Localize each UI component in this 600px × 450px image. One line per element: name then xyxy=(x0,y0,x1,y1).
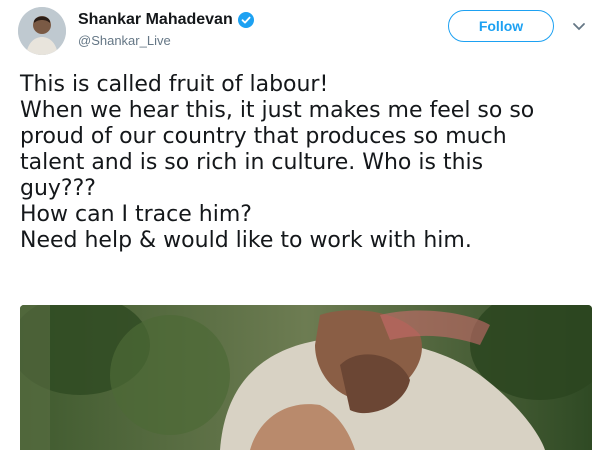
tweet-text-line: Need help & would like to work with him. xyxy=(20,228,472,253)
follow-button[interactable]: Follow xyxy=(448,10,554,42)
author-info[interactable]: Shankar Mahadevan @Shankar_Live xyxy=(78,10,254,48)
tweet-text-line: guy??? xyxy=(20,176,96,201)
display-name[interactable]: Shankar Mahadevan xyxy=(78,11,233,29)
tweet-text-line: This is called fruit of labour! xyxy=(20,72,329,97)
video-frame-image xyxy=(20,305,592,450)
tweet-text-line: proud of our country that produces so mu… xyxy=(20,124,507,149)
tweet-video-thumbnail[interactable] xyxy=(20,305,592,450)
tweet-text: This is called fruit of labour! When we … xyxy=(20,72,595,254)
verified-badge-icon xyxy=(237,12,254,28)
user-handle[interactable]: @Shankar_Live xyxy=(78,33,254,48)
chevron-down-icon[interactable] xyxy=(572,22,586,32)
tweet-header: Shankar Mahadevan @Shankar_Live Follow xyxy=(0,0,600,62)
avatar[interactable] xyxy=(18,7,66,55)
tweet-text-line: When we hear this, it just makes me feel… xyxy=(20,98,535,123)
tweet-text-line: talent and is so rich in culture. Who is… xyxy=(20,150,484,175)
tweet-text-line: How can I trace him? xyxy=(20,202,252,227)
user-avatar-icon xyxy=(18,7,66,55)
